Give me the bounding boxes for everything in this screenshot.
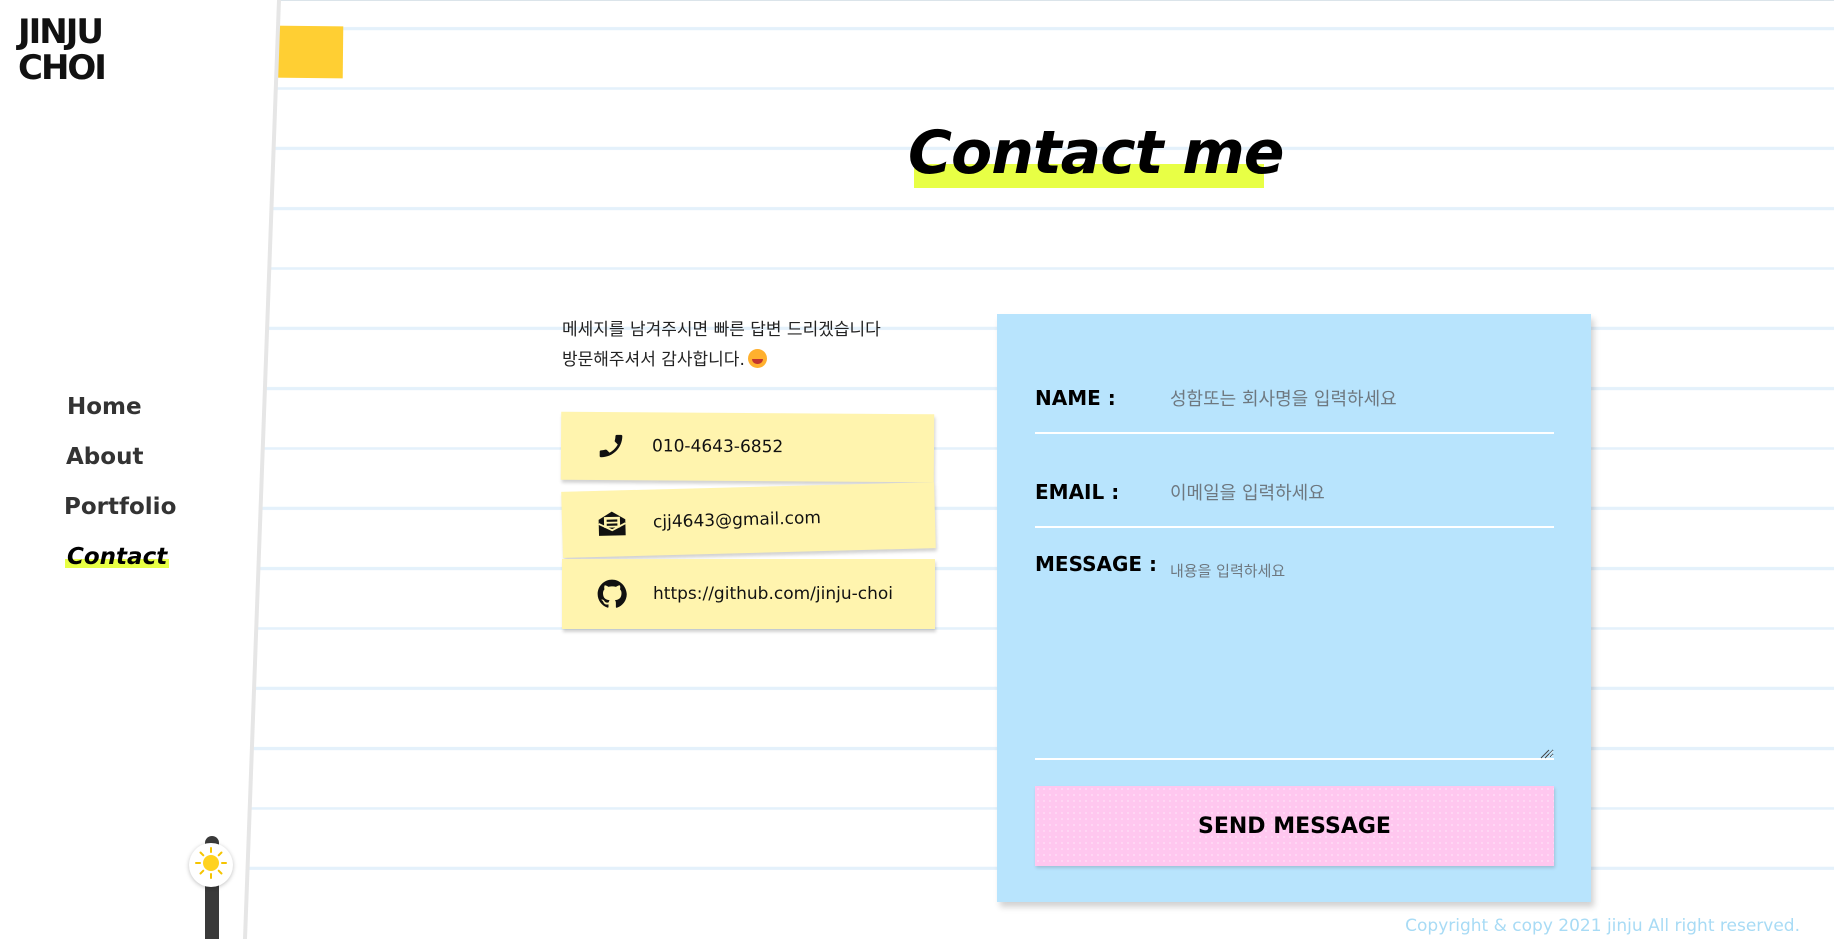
contact-card-phone[interactable]: 010-4643-6852 <box>560 411 935 483</box>
message-textarea[interactable] <box>1168 558 1554 758</box>
email-label: EMAIL : <box>1035 480 1120 504</box>
nav-item-label: Home <box>67 394 142 420</box>
send-message-button[interactable]: SEND MESSAGE <box>1035 786 1554 866</box>
intro-line-2: 방문해주셔서 감사합니다. <box>562 345 881 375</box>
nav-item-label: About <box>66 444 144 470</box>
intro-text: 메세지를 남겨주시면 빠른 답변 드리겠습니다 방문해주셔서 감사합니다. <box>562 315 881 375</box>
contact-card-github[interactable]: https://github.com/jinju-choi <box>562 559 935 629</box>
contact-form: NAME : EMAIL : MESSAGE : SEND MESSAGE <box>997 314 1591 902</box>
nav-item-label: Contact <box>65 544 170 570</box>
name-input[interactable] <box>1168 382 1552 416</box>
email-field: EMAIL : <box>1035 458 1554 528</box>
contact-card-email[interactable]: cjj4643@gmail.com <box>561 482 936 558</box>
contact-page: JINJU CHOI Home About Portfolio Contact <box>0 0 1834 939</box>
name-label: NAME : <box>1035 386 1116 410</box>
main-nav: Home About Portfolio Contact <box>60 390 176 590</box>
message-field: MESSAGE : <box>1035 532 1554 760</box>
sticky-note <box>272 25 344 79</box>
theme-toggle[interactable] <box>189 843 233 887</box>
smile-emoji-icon <box>747 349 767 368</box>
nav-item-about[interactable]: About <box>66 440 176 490</box>
intro-line-1: 메세지를 남겨주시면 빠른 답변 드리겠습니다 <box>562 320 881 340</box>
nav-item-contact[interactable]: Contact <box>65 540 176 590</box>
message-label: MESSAGE : <box>1035 552 1157 576</box>
github-link[interactable]: https://github.com/jinju-choi <box>653 584 893 604</box>
site-logo[interactable]: JINJU CHOI <box>18 14 148 86</box>
name-field: NAME : <box>1035 364 1554 434</box>
email-address[interactable]: cjj4643@gmail.com <box>653 508 821 532</box>
phone-icon <box>594 429 628 463</box>
intro-line-2-text: 방문해주셔서 감사합니다. <box>562 350 745 370</box>
resize-handle-icon[interactable] <box>1540 744 1550 759</box>
mail-icon <box>595 506 630 541</box>
nav-item-label: Portfolio <box>64 494 177 520</box>
phone-number[interactable]: 010-4643-6852 <box>652 436 783 457</box>
nav-item-home[interactable]: Home <box>67 390 176 440</box>
page-title: Contact me <box>908 118 1284 188</box>
github-icon <box>595 577 629 611</box>
footer-copyright: Copyright & copy 2021 jinju All right re… <box>1405 916 1800 936</box>
page-title-text: Contact me <box>908 118 1284 188</box>
email-input[interactable] <box>1168 476 1552 510</box>
page-title-wrap: Contact me <box>908 118 1284 188</box>
nav-item-portfolio[interactable]: Portfolio <box>64 490 176 540</box>
sun-icon <box>194 846 228 884</box>
